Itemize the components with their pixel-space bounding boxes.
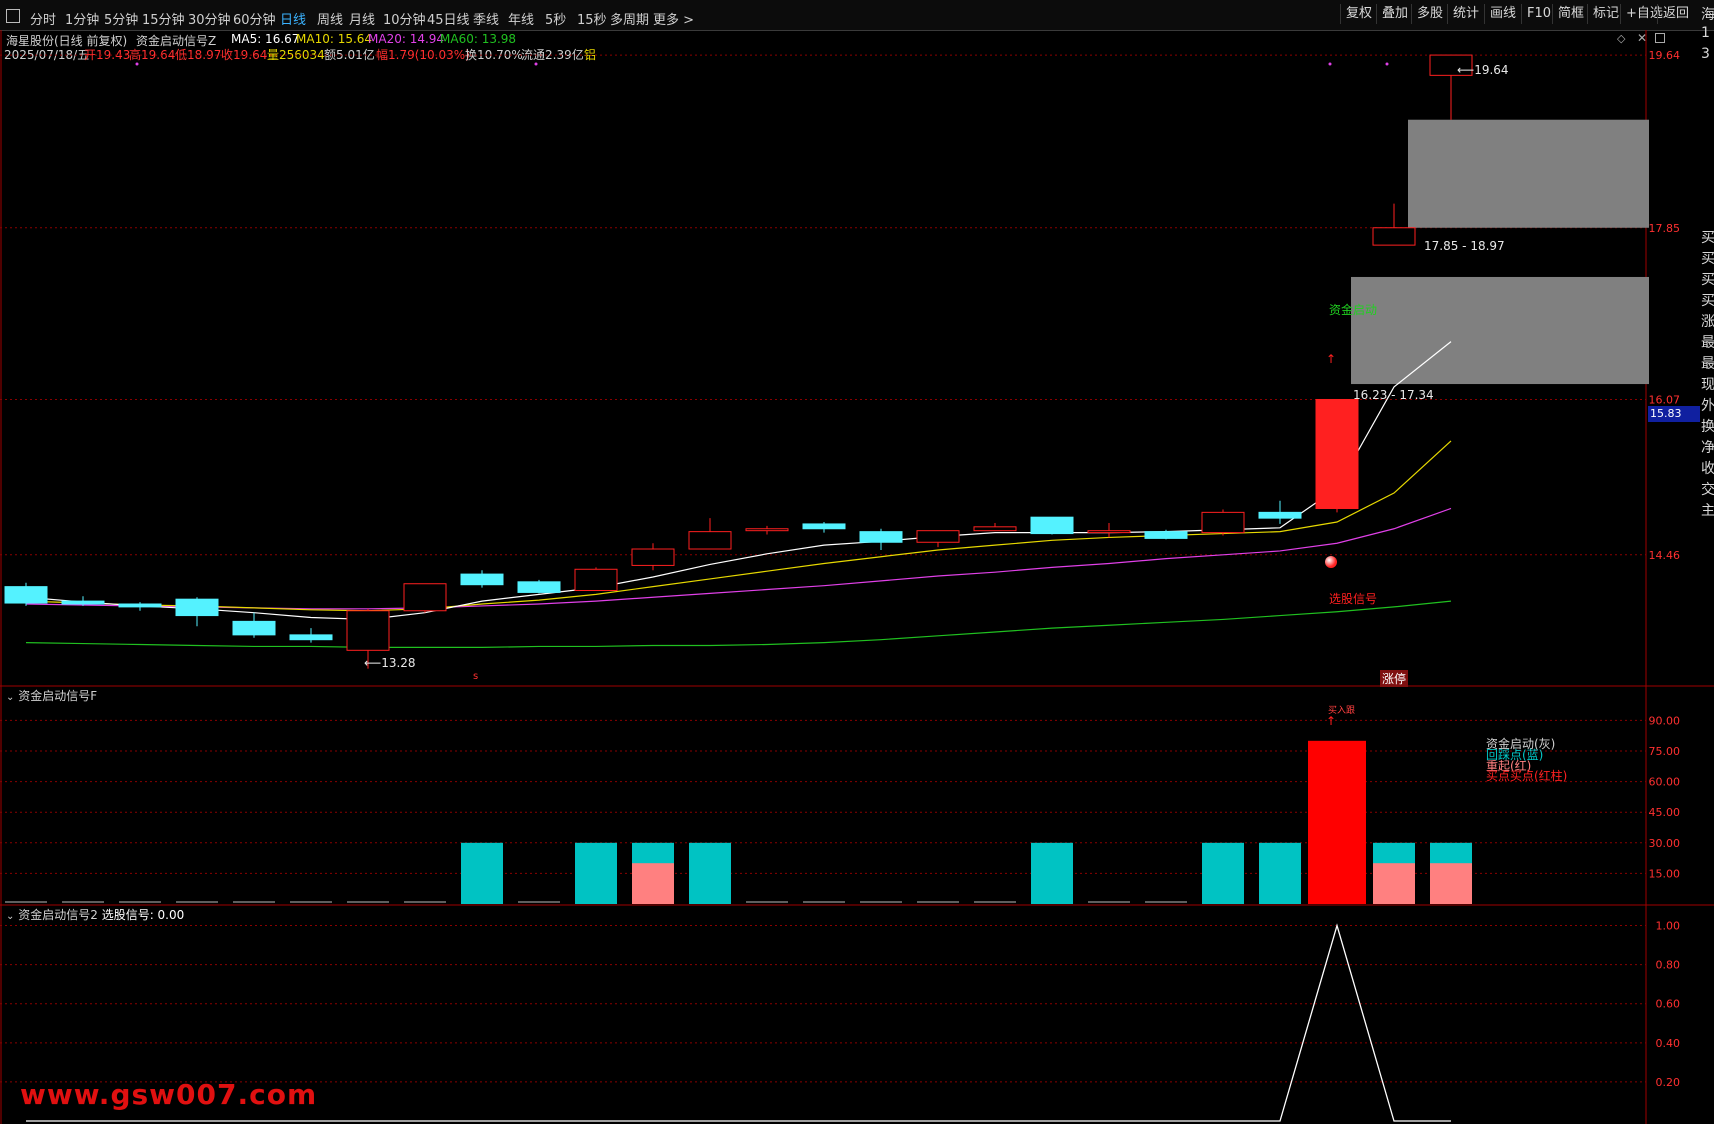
candle-body [118, 603, 162, 608]
panel3-tick-label: 1.00 [1656, 920, 1681, 933]
side-strip-item: 主 [1701, 503, 1714, 519]
limit-up-badge: 涨停 [1380, 670, 1409, 687]
panel2-tick-label: 60.00 [1649, 776, 1681, 789]
candle-body [517, 581, 561, 593]
side-strip-item: 净 [1701, 440, 1714, 456]
candle-body [289, 634, 333, 641]
panel2-tick-label: 15.00 [1649, 867, 1681, 880]
marker-dot [135, 62, 139, 66]
panel3-tick-label: 0.40 [1656, 1037, 1681, 1050]
candle-body [1372, 227, 1416, 246]
select-signal-ball-icon [1325, 556, 1337, 568]
side-strip-item: 收 [1701, 461, 1714, 477]
s-marker: s [473, 671, 479, 682]
ma5-line [25, 341, 1452, 621]
side-strip-item: 买 [1701, 272, 1714, 288]
panel3-value: 选股信号: 0.00 [101, 908, 185, 922]
panel2-cyan-bar [461, 842, 503, 904]
fund-start-signal-text: 资金启动 [1329, 303, 1378, 317]
chevron-down-icon[interactable]: ⌄ [6, 911, 14, 922]
price-tick-label: 16.07 [1649, 393, 1681, 406]
high-price-value: 19.64 [1474, 63, 1509, 77]
panel2-up-arrow-icon: ↑ [1326, 714, 1337, 728]
panel2-tick-label: 30.00 [1649, 837, 1681, 850]
candle-body [346, 610, 390, 651]
panel2-cyan-bar [1259, 842, 1301, 904]
low-price-marker: ⟵13.28 [364, 656, 416, 670]
current-price-tag: 15.83 [1648, 406, 1700, 422]
panel2-title[interactable]: ⌄ 资金启动信号F [6, 687, 97, 704]
candle-body [232, 620, 276, 636]
panel2-cyan-bar [1031, 842, 1073, 904]
side-strip-item: 买 [1701, 293, 1714, 309]
candle-body [859, 531, 903, 543]
candle-body [175, 598, 219, 617]
candle-body [1258, 511, 1302, 519]
candle-body [1030, 516, 1074, 535]
price-tick-label: 17.85 [1649, 222, 1681, 235]
stock-select-signal-text: 选股信号 [1329, 592, 1378, 606]
candle-body [1144, 531, 1188, 539]
side-strip-item: 最 [1701, 356, 1714, 372]
panel2-cyan-bar [1202, 842, 1244, 904]
panel2-pink-bar [1430, 863, 1472, 904]
candle-body [1315, 398, 1359, 509]
candle-body [460, 573, 504, 586]
panel3-tick-label: 0.60 [1656, 998, 1681, 1011]
side-strip-item: 1 [1701, 25, 1710, 41]
candle-body [61, 600, 105, 605]
candle-body [1201, 511, 1245, 534]
candle-body [688, 531, 732, 550]
watermark-text: www.gsw007.com [20, 1078, 318, 1111]
price-zone-box [1351, 276, 1649, 385]
panel3-tick-label: 0.20 [1656, 1076, 1681, 1089]
candle-body [745, 528, 789, 532]
panel2-pink-bar [1373, 863, 1415, 904]
panel2-cyan-bar [689, 842, 731, 904]
side-strip-item: 换 [1701, 419, 1714, 435]
candle-body [916, 530, 960, 543]
right-info-strip: 海13买买买买涨最最现外换净收交主 [1700, 0, 1714, 1124]
panel2-tick-label: 75.00 [1649, 745, 1681, 758]
candle-body [574, 568, 618, 591]
panel3-title[interactable]: ⌄ 资金启动信号2 选股信号: 0.00 [6, 906, 184, 923]
chevron-down-icon[interactable]: ⌄ [6, 692, 14, 703]
candle-body [1087, 530, 1131, 534]
kline-chart-area[interactable]: 90.00 75.00 60.00 45.00 30.00 15.00 1.00 0.80 0… [0, 0, 1714, 1124]
side-strip-item: 最 [1701, 335, 1714, 351]
high-price-marker: ⟵19.64 [1457, 63, 1509, 77]
panel2-tick-label: 45.00 [1649, 806, 1681, 819]
candle-body [403, 583, 447, 612]
panel3-tick-label: 0.80 [1656, 959, 1681, 972]
zone1-range-label: 17.85 - 18.97 [1424, 239, 1505, 253]
side-strip-item: 外 [1701, 398, 1714, 414]
side-strip-item: 买 [1701, 230, 1714, 246]
side-strip-item: 涨 [1701, 314, 1714, 330]
candle-body [802, 523, 846, 530]
side-strip-item: 海 [1701, 7, 1714, 23]
panel2-pink-bar [632, 863, 674, 904]
candle-body [4, 586, 48, 604]
price-zone-box [1408, 119, 1649, 228]
marker-dot [1385, 62, 1389, 66]
up-arrow-icon: ↑ [1326, 352, 1337, 366]
candle-body [973, 526, 1017, 532]
panel2-cyan-bar [575, 842, 617, 904]
side-strip-item: 3 [1701, 46, 1710, 62]
legend-buy-point: 买点买点(红柱) [1486, 769, 1568, 783]
side-strip-item: 买 [1701, 251, 1714, 267]
panel2-title-text: 资金启动信号F [18, 689, 98, 703]
marker-dot [534, 62, 538, 66]
price-tick-label: 14.46 [1649, 549, 1681, 562]
panel3-title-text: 资金启动信号2 [18, 908, 98, 922]
side-strip-item: 交 [1701, 482, 1714, 498]
price-tick-label: 19.64 [1649, 49, 1681, 62]
candle-body [631, 548, 675, 566]
side-strip-item: 现 [1701, 377, 1714, 393]
panel2-red-bar [1308, 740, 1366, 904]
zone2-range-label: 16.23 - 17.34 [1353, 388, 1434, 402]
panel2-tick-label: 90.00 [1649, 714, 1681, 727]
marker-dot [1328, 62, 1332, 66]
low-price-value: 13.28 [381, 656, 416, 670]
